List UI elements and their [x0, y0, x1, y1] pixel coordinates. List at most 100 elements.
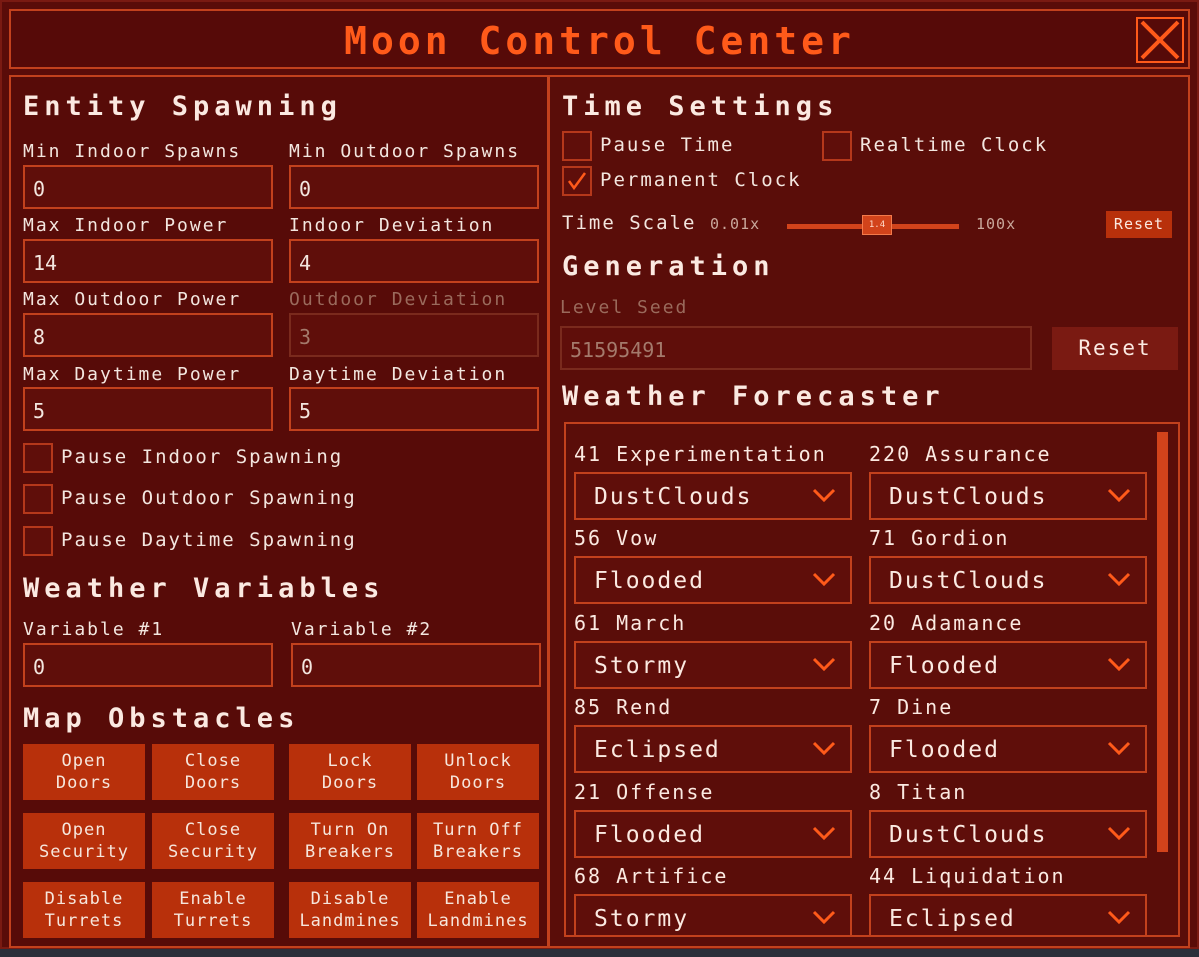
weather-dropdown[interactable]: DustClouds	[869, 556, 1147, 604]
weather-value: Eclipsed	[594, 737, 721, 763]
min-outdoor-spawns-field[interactable]: 0	[289, 165, 539, 209]
outdoor-deviation-label: Outdoor Deviation	[289, 289, 508, 310]
chevron-down-icon	[812, 826, 836, 840]
unlock-doors-button[interactable]: Unlock Doors	[417, 744, 539, 800]
close-security-button[interactable]: Close Security	[152, 813, 274, 869]
max-indoor-power-field[interactable]: 14	[23, 239, 273, 283]
moon-label: 7 Dine	[869, 695, 954, 719]
pause-indoor-spawning-label: Pause Indoor Spawning	[61, 446, 344, 468]
outdoor-deviation-field: 3	[289, 313, 539, 357]
turn-off-breakers-button[interactable]: Turn Off Breakers	[417, 813, 539, 869]
chevron-down-icon	[1107, 488, 1131, 502]
pause-time-checkbox[interactable]	[562, 131, 592, 161]
enable-turrets-button[interactable]: Enable Turrets	[152, 882, 274, 938]
pause-outdoor-spawning-label: Pause Outdoor Spawning	[61, 487, 357, 509]
variable-1-field[interactable]: 0	[23, 643, 273, 687]
pause-time-label: Pause Time	[600, 134, 735, 156]
chevron-down-icon	[812, 910, 836, 924]
variable-1-label: Variable #1	[23, 619, 165, 640]
weather-value: Flooded	[594, 822, 705, 848]
chevron-down-icon	[1107, 910, 1131, 924]
weather-value: Flooded	[889, 737, 1000, 763]
chevron-down-icon	[812, 572, 836, 586]
moon-label: 56 Vow	[574, 526, 659, 550]
weather-value: Stormy	[594, 906, 690, 932]
weather-dropdown[interactable]: Eclipsed	[869, 894, 1147, 935]
min-indoor-spawns-label: Min Indoor Spawns	[23, 141, 242, 162]
close-button[interactable]	[1136, 17, 1184, 63]
permanent-clock-checkbox[interactable]	[562, 166, 592, 196]
chevron-down-icon	[812, 488, 836, 502]
pause-indoor-spawning-checkbox[interactable]	[23, 443, 53, 473]
weather-dropdown[interactable]: Stormy	[574, 641, 852, 689]
chevron-down-icon	[812, 657, 836, 671]
weather-value: DustClouds	[889, 568, 1048, 594]
moon-label: 8 Titan	[869, 780, 968, 804]
moon-label: 220 Assurance	[869, 442, 1052, 466]
weather-value: DustClouds	[594, 484, 753, 510]
moon-label: 68 Artifice	[574, 864, 729, 888]
time-scale-slider-handle[interactable]: 1.4	[862, 215, 892, 235]
realtime-clock-checkbox[interactable]	[822, 131, 852, 161]
close-doors-button[interactable]: Close Doors	[152, 744, 274, 800]
weather-variables-heading: Weather Variables	[23, 573, 385, 604]
turn-on-breakers-button[interactable]: Turn On Breakers	[289, 813, 411, 869]
moon-control-center-window: Moon Control Center Entity Spawning Min …	[0, 0, 1199, 949]
moon-label: 61 March	[574, 611, 687, 635]
seed-reset-button[interactable]: Reset	[1052, 327, 1178, 370]
min-indoor-spawns-field[interactable]: 0	[23, 165, 273, 209]
weather-value: Stormy	[594, 653, 690, 679]
entity-spawning-heading: Entity Spawning	[23, 91, 342, 122]
weather-dropdown[interactable]: Flooded	[869, 725, 1147, 773]
max-daytime-power-label: Max Daytime Power	[23, 364, 242, 385]
moon-label: 20 Adamance	[869, 611, 1024, 635]
chevron-down-icon	[812, 741, 836, 755]
max-daytime-power-field[interactable]: 5	[23, 387, 273, 431]
time-scale-max-label: 100x	[976, 215, 1017, 233]
indoor-deviation-field[interactable]: 4	[289, 239, 539, 283]
moon-label: 71 Gordion	[869, 526, 1010, 550]
variable-2-label: Variable #2	[291, 619, 433, 640]
weather-dropdown[interactable]: Stormy	[574, 894, 852, 935]
forecast-scrollbar[interactable]	[1157, 432, 1168, 852]
left-panel: Entity Spawning Min Indoor Spawns 0 Min …	[9, 75, 549, 948]
weather-dropdown[interactable]: Flooded	[869, 641, 1147, 689]
enable-landmines-button[interactable]: Enable Landmines	[417, 882, 539, 938]
weather-forecaster-list[interactable]: 41 Experimentation DustClouds 220 Assura…	[564, 422, 1180, 937]
weather-value: Flooded	[889, 653, 1000, 679]
right-panel: Time Settings Pause Time Realtime Clock …	[548, 75, 1190, 948]
weather-dropdown[interactable]: DustClouds	[869, 810, 1147, 858]
time-scale-reset-button[interactable]: Reset	[1106, 211, 1172, 238]
disable-landmines-button[interactable]: Disable Landmines	[289, 882, 411, 938]
weather-value: Eclipsed	[889, 906, 1016, 932]
weather-dropdown[interactable]: Flooded	[574, 810, 852, 858]
time-settings-heading: Time Settings	[562, 91, 839, 122]
max-indoor-power-label: Max Indoor Power	[23, 215, 229, 236]
pause-outdoor-spawning-checkbox[interactable]	[23, 484, 53, 514]
moon-label: 41 Experimentation	[574, 442, 827, 466]
weather-dropdown[interactable]: Eclipsed	[574, 725, 852, 773]
variable-2-field[interactable]: 0	[291, 643, 541, 687]
weather-dropdown[interactable]: DustClouds	[869, 472, 1147, 520]
time-scale-min-label: 0.01x	[710, 215, 761, 233]
min-outdoor-spawns-label: Min Outdoor Spawns	[289, 141, 521, 162]
open-doors-button[interactable]: Open Doors	[23, 744, 145, 800]
max-outdoor-power-field[interactable]: 8	[23, 313, 273, 357]
daytime-deviation-field[interactable]: 5	[289, 387, 539, 431]
realtime-clock-label: Realtime Clock	[860, 134, 1049, 156]
pause-daytime-spawning-label: Pause Daytime Spawning	[61, 529, 357, 551]
pause-daytime-spawning-checkbox[interactable]	[23, 526, 53, 556]
moon-label: 21 Offense	[574, 780, 715, 804]
generation-heading: Generation	[562, 251, 775, 282]
weather-dropdown[interactable]: Flooded	[574, 556, 852, 604]
disable-turrets-button[interactable]: Disable Turrets	[23, 882, 145, 938]
lock-doors-button[interactable]: Lock Doors	[289, 744, 411, 800]
map-obstacles-heading: Map Obstacles	[23, 703, 300, 734]
chevron-down-icon	[1107, 741, 1131, 755]
title-bar: Moon Control Center	[9, 9, 1190, 69]
open-security-button[interactable]: Open Security	[23, 813, 145, 869]
window-title: Moon Control Center	[344, 19, 855, 63]
weather-dropdown[interactable]: DustClouds	[574, 472, 852, 520]
chevron-down-icon	[1107, 572, 1131, 586]
indoor-deviation-label: Indoor Deviation	[289, 215, 495, 236]
